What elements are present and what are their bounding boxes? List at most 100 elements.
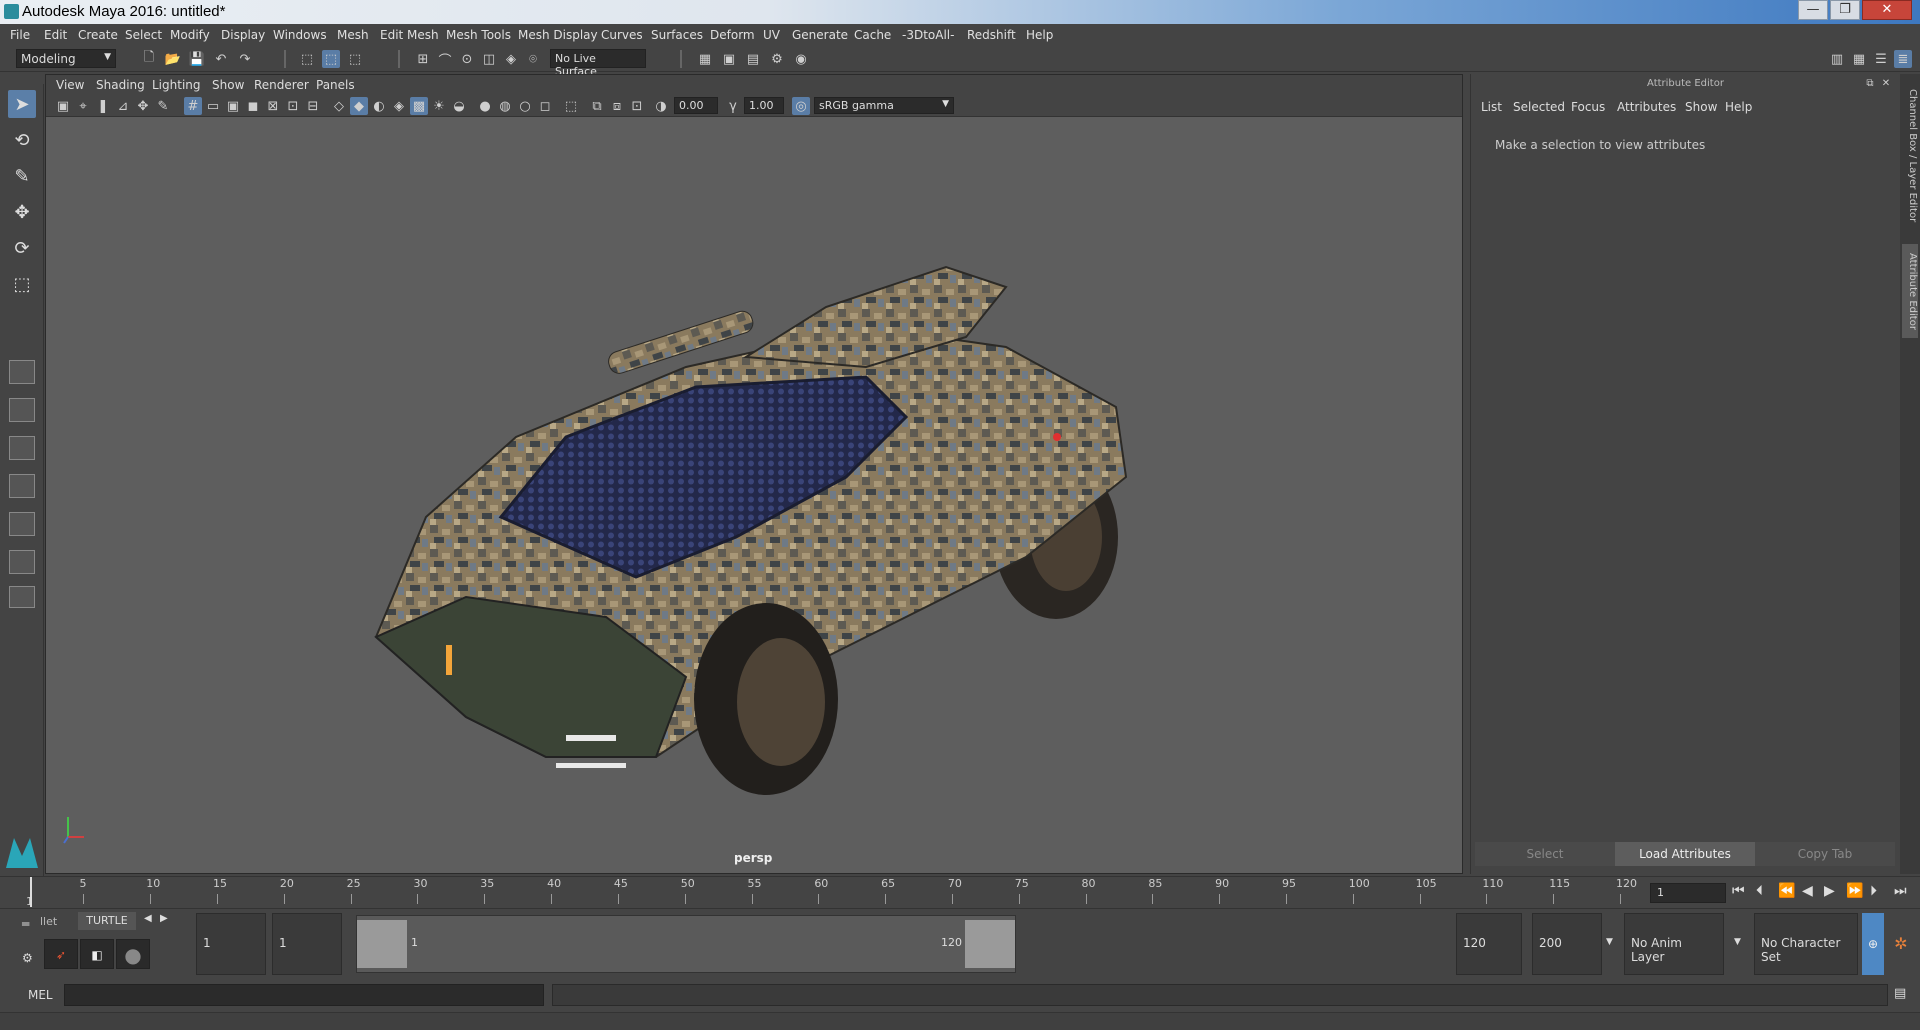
motion-blur-icon[interactable]: ◍ bbox=[496, 97, 514, 115]
persp-uv-layout-icon[interactable] bbox=[9, 550, 35, 574]
menu-mesh-display[interactable]: Mesh Display bbox=[518, 28, 598, 42]
maximize-button[interactable]: ❐ bbox=[1830, 0, 1860, 20]
shelf-scroll-right-icon[interactable]: ▶ bbox=[160, 913, 168, 924]
gamma-icon[interactable]: γ bbox=[724, 97, 742, 115]
make-live-icon[interactable]: ⌾ bbox=[524, 50, 542, 68]
menu-uv[interactable]: UV bbox=[763, 28, 780, 42]
select-button[interactable]: Select bbox=[1475, 842, 1615, 866]
rotate-tool-icon[interactable]: ⟳ bbox=[8, 234, 36, 262]
turtle-bake-icon[interactable]: ◧ bbox=[80, 939, 114, 969]
attribute-editor-toggle-icon[interactable]: ▦ bbox=[1850, 50, 1868, 68]
step-back-key-icon[interactable]: ⏪ bbox=[1778, 883, 1795, 899]
select-hierarchy-icon[interactable]: ⬚ bbox=[298, 50, 316, 68]
current-frame-field[interactable]: 1 bbox=[1650, 883, 1726, 903]
range-end-handle[interactable] bbox=[965, 920, 1015, 968]
auto-key-icon[interactable]: ⊕ bbox=[1862, 913, 1884, 975]
move-tool-icon[interactable]: ✥ bbox=[8, 198, 36, 226]
ipr-render-icon[interactable]: ▤ bbox=[744, 50, 762, 68]
step-forward-frame-icon[interactable]: ⏵ bbox=[1870, 883, 1877, 899]
close-button[interactable]: ✕ bbox=[1862, 0, 1912, 20]
lasso-tool-icon[interactable]: ⟲ bbox=[8, 126, 36, 154]
playback-range-bar[interactable]: 1 120 bbox=[356, 915, 1016, 973]
paint-select-icon[interactable]: ✎ bbox=[8, 162, 36, 190]
play-backwards-icon[interactable]: ◀ bbox=[1802, 883, 1813, 899]
hypershade-icon[interactable]: ◉ bbox=[792, 50, 810, 68]
channel-box-toggle-icon[interactable]: ≣ bbox=[1894, 50, 1912, 68]
viewport-menu-panels[interactable]: Panels bbox=[316, 78, 355, 92]
go-to-end-icon[interactable]: ⏭ bbox=[1894, 883, 1907, 899]
menu-display[interactable]: Display bbox=[221, 28, 265, 42]
attr-menu-list[interactable]: List bbox=[1481, 100, 1502, 114]
camera-select-icon[interactable]: ▣ bbox=[54, 97, 72, 115]
redo-icon[interactable]: ↷ bbox=[236, 50, 254, 68]
menu-generate[interactable]: Generate bbox=[792, 28, 848, 42]
camera-attributes-icon[interactable]: ⌖ bbox=[74, 97, 92, 115]
textured-icon[interactable]: ▩ bbox=[410, 97, 428, 115]
menu-mesh[interactable]: Mesh bbox=[337, 28, 369, 42]
xray-components-icon[interactable]: ⊡ bbox=[628, 97, 646, 115]
menu-file[interactable]: File bbox=[10, 28, 30, 42]
modeling-toolkit-icon[interactable]: ▥ bbox=[1828, 50, 1846, 68]
isolate-select-icon[interactable]: ⬚ bbox=[562, 97, 580, 115]
script-editor-icon[interactable]: ▤ bbox=[1894, 986, 1906, 1001]
render-settings-icon[interactable]: ⚙ bbox=[768, 50, 786, 68]
snap-grid-icon[interactable]: ⊞ bbox=[414, 50, 432, 68]
menu-cache[interactable]: Cache bbox=[854, 28, 891, 42]
persp-graph-layout-icon[interactable] bbox=[9, 474, 35, 498]
more-layouts-button[interactable] bbox=[9, 586, 35, 608]
chevron-down-icon[interactable]: ▼ bbox=[1606, 937, 1613, 947]
grid-icon[interactable]: # bbox=[184, 97, 202, 115]
attr-menu-help[interactable]: Help bbox=[1725, 100, 1752, 114]
gate-mask-icon[interactable]: ◼ bbox=[244, 97, 262, 115]
step-forward-key-icon[interactable]: ⏩ bbox=[1846, 883, 1863, 899]
animation-prefs-icon[interactable]: ✲ bbox=[1888, 913, 1914, 975]
menu-help[interactable]: Help bbox=[1026, 28, 1053, 42]
menu-redshift[interactable]: Redshift bbox=[967, 28, 1016, 42]
menu-select[interactable]: Select bbox=[125, 28, 162, 42]
smooth-shade-icon[interactable]: ◆ bbox=[350, 97, 368, 115]
resolution-gate-icon[interactable]: ▣ bbox=[224, 97, 242, 115]
undo-icon[interactable]: ↶ bbox=[212, 50, 230, 68]
menu-deform[interactable]: Deform bbox=[710, 28, 755, 42]
attr-menu-focus[interactable]: Focus bbox=[1571, 100, 1605, 114]
gamma-field[interactable]: 1.00 bbox=[744, 97, 784, 114]
menu-modify[interactable]: Modify bbox=[170, 28, 210, 42]
snap-curve-icon[interactable]: ⌒ bbox=[436, 50, 454, 69]
shelf-tab-partial[interactable]: llet bbox=[40, 915, 57, 928]
load-attributes-button[interactable]: Load Attributes bbox=[1615, 842, 1755, 866]
viewport-canvas[interactable]: persp bbox=[46, 117, 1462, 873]
viewport-menu-renderer[interactable]: Renderer bbox=[254, 78, 309, 92]
menu-3dtoall[interactable]: -3DtoAll- bbox=[902, 28, 954, 42]
viewport-menu-lighting[interactable]: Lighting bbox=[152, 78, 201, 92]
close-panel-icon[interactable]: ✕ bbox=[1877, 74, 1895, 92]
turtle-sphere-icon[interactable]: ● bbox=[116, 939, 150, 969]
scale-tool-icon[interactable]: ⬚ bbox=[8, 270, 36, 298]
shelf-tab-turtle[interactable]: TURTLE bbox=[78, 912, 136, 930]
shelf-settings-icon[interactable]: ⚙ bbox=[22, 951, 33, 965]
step-back-frame-icon[interactable]: ⏴ bbox=[1756, 883, 1763, 899]
start-time-field[interactable]: 1 bbox=[196, 913, 266, 975]
use-all-lights-icon[interactable]: ☀ bbox=[430, 97, 448, 115]
xray-joints-icon[interactable]: ⧈ bbox=[608, 97, 626, 115]
menuset-dropdown[interactable]: Modeling ▼ bbox=[16, 49, 116, 68]
menu-create[interactable]: Create bbox=[78, 28, 118, 42]
live-surface-field[interactable]: No Live Surface bbox=[550, 49, 646, 78]
timeline-ticks[interactable]: 1510152025303540455055606570758085909510… bbox=[26, 877, 1640, 909]
viewport-menu-show[interactable]: Show bbox=[212, 78, 244, 92]
chevron-down-icon[interactable]: ▼ bbox=[1734, 937, 1741, 947]
default-material-icon[interactable]: ◐ bbox=[370, 97, 388, 115]
hypershade-layout-icon[interactable] bbox=[9, 512, 35, 536]
anim-layer-field[interactable]: No Anim Layer bbox=[1624, 913, 1724, 975]
turtle-render-icon[interactable]: ➶ bbox=[44, 939, 78, 969]
view-transform-dropdown[interactable]: sRGB gamma ▼ bbox=[814, 97, 954, 114]
select-tool-icon[interactable]: ➤ bbox=[8, 90, 36, 118]
range-start-handle[interactable] bbox=[357, 920, 407, 968]
menu-windows[interactable]: Windows bbox=[273, 28, 327, 42]
vehicle-model[interactable] bbox=[46, 117, 1464, 873]
go-to-start-icon[interactable]: ⏮ bbox=[1732, 883, 1745, 899]
cmd-language-label[interactable]: MEL bbox=[28, 988, 53, 1002]
menu-curves[interactable]: Curves bbox=[601, 28, 643, 42]
depth-of-field-icon[interactable]: ◻ bbox=[536, 97, 554, 115]
four-view-layout-icon[interactable] bbox=[9, 398, 35, 422]
attr-menu-show[interactable]: Show bbox=[1685, 100, 1717, 114]
